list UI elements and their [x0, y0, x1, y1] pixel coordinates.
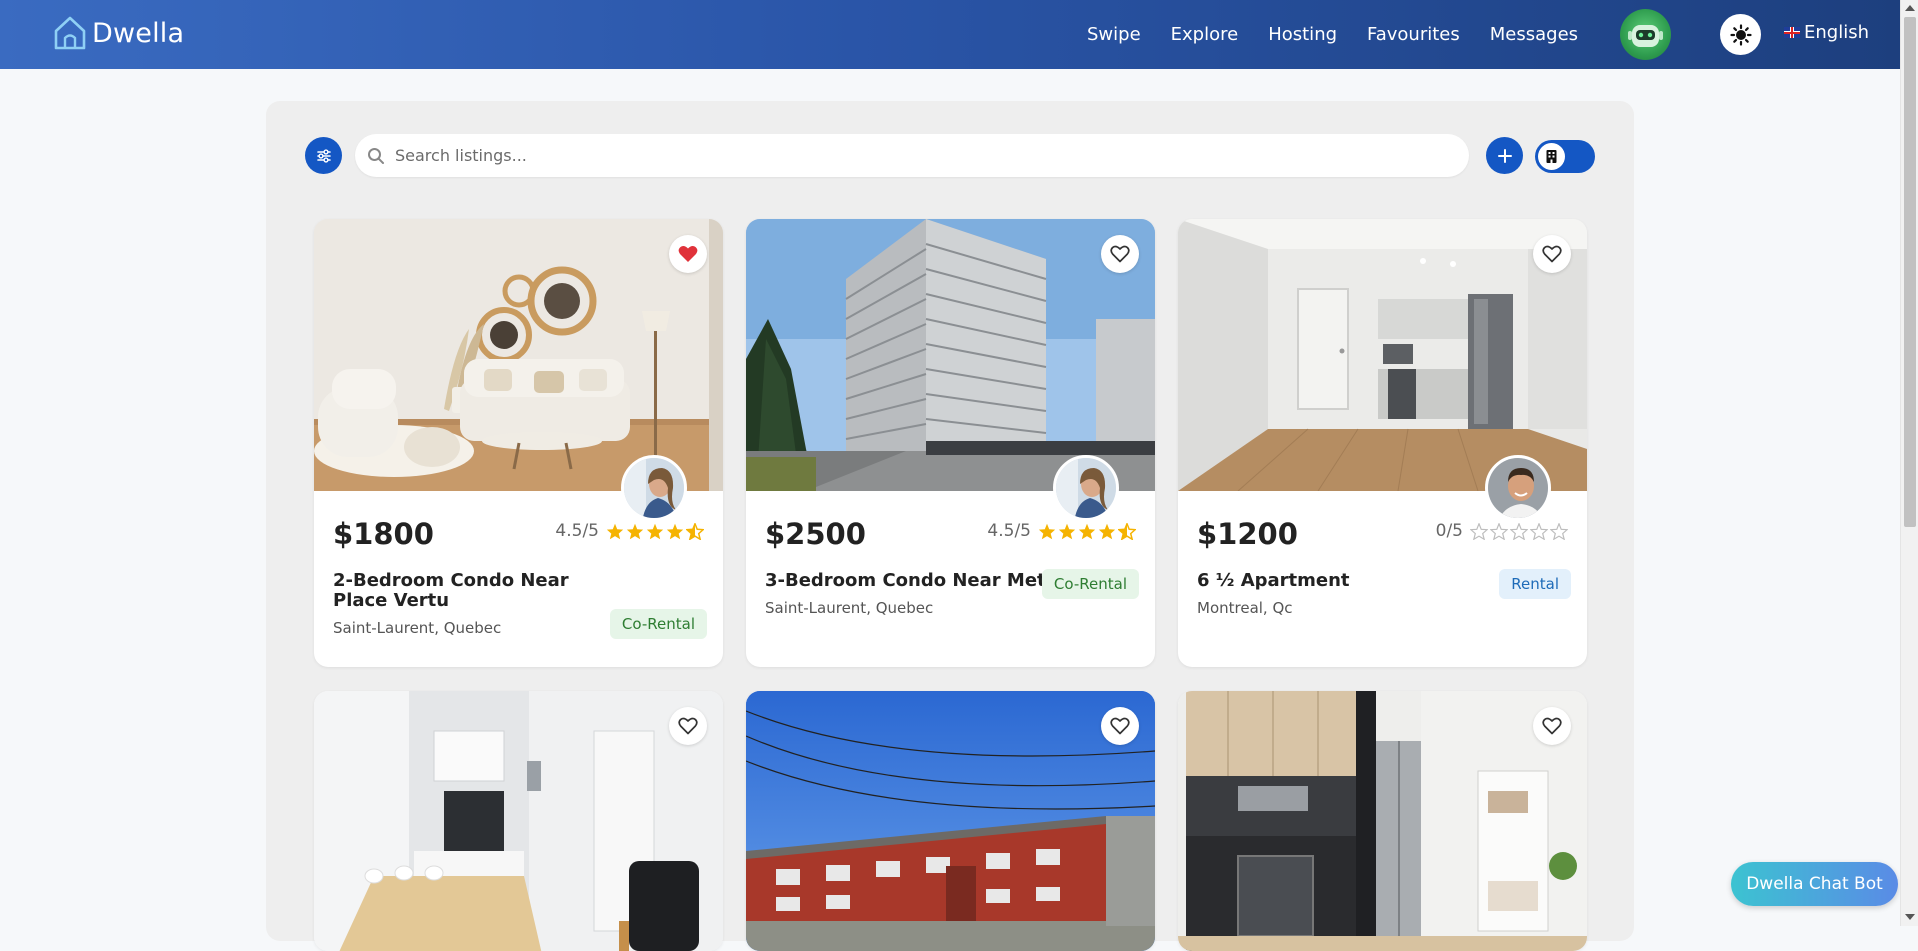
star-full-icon: [646, 523, 664, 539]
page-scrollbar[interactable]: [1900, 0, 1918, 926]
star-empty-icon: [1490, 522, 1508, 540]
listing-card[interactable]: [1178, 691, 1587, 951]
listing-rating: 0/5: [1436, 521, 1568, 541]
star-rating: [1470, 522, 1568, 540]
star-half-icon: [686, 522, 704, 540]
scroll-thumb[interactable]: [1904, 17, 1916, 527]
sun-icon: [1729, 23, 1752, 46]
search-bar: [355, 134, 1469, 177]
host-avatar[interactable]: [1053, 455, 1119, 521]
favorite-button[interactable]: [1101, 707, 1139, 745]
host-avatar[interactable]: [1485, 455, 1551, 521]
uk-flag-icon: [1784, 27, 1800, 38]
star-rating: [1038, 522, 1136, 540]
modern-kitchen-photo: [1178, 691, 1587, 951]
favorite-button[interactable]: [1533, 707, 1571, 745]
listing-location: Saint-Laurent, Quebec: [765, 599, 934, 617]
heart-outline-icon: [678, 717, 698, 735]
star-empty-icon: [1530, 522, 1548, 540]
heart-outline-icon: [1542, 717, 1562, 735]
nav-messages[interactable]: Messages: [1490, 24, 1578, 45]
star-full-icon: [1058, 523, 1076, 539]
theme-toggle-button[interactable]: [1720, 14, 1761, 55]
nav-explore[interactable]: Explore: [1171, 24, 1239, 45]
nav-hosting[interactable]: Hosting: [1268, 24, 1337, 45]
living-room-photo: [314, 219, 723, 491]
dining-room-photo: [314, 691, 723, 951]
add-listing-button[interactable]: [1486, 137, 1523, 174]
star-half-icon: [1118, 522, 1136, 540]
heart-outline-icon: [1110, 717, 1130, 735]
listing-card[interactable]: [746, 691, 1155, 951]
scroll-up-arrow-icon[interactable]: [1905, 5, 1915, 11]
favorite-button[interactable]: [669, 235, 707, 273]
nav-favourites[interactable]: Favourites: [1367, 24, 1460, 45]
toggle-knob: [1538, 143, 1565, 170]
nav-swipe[interactable]: Swipe: [1087, 24, 1141, 45]
rating-text: 4.5/5: [555, 521, 599, 541]
listing-card[interactable]: [314, 691, 723, 951]
search-icon: [368, 147, 384, 164]
heart-outline-icon: [1110, 245, 1130, 263]
top-navbar: Dwella Swipe Explore Hosting Favourites …: [0, 0, 1900, 69]
listing-rating: 4.5/5: [987, 521, 1136, 541]
listing-card[interactable]: $2500 4.5/5 3-Bedroom Condo Near Metro S…: [746, 219, 1155, 667]
filter-button[interactable]: [305, 137, 342, 174]
star-empty-icon: [1550, 522, 1568, 540]
favorite-button[interactable]: [1533, 235, 1571, 273]
heart-outline-icon: [1542, 245, 1562, 263]
plus-icon: [1497, 148, 1512, 163]
listing-title: 3-Bedroom Condo Near Metro: [765, 570, 1067, 591]
chatbot-button[interactable]: Dwella Chat Bot: [1731, 862, 1898, 906]
view-mode-toggle[interactable]: [1535, 140, 1595, 173]
user-avatar[interactable]: [1620, 9, 1671, 60]
listing-card[interactable]: $1200 0/5 6 ½ Apartment Montreal, Qc Ren…: [1178, 219, 1587, 667]
star-empty-icon: [1470, 522, 1488, 540]
brand-name: Dwella: [92, 17, 185, 49]
star-full-icon: [606, 523, 624, 539]
brick-building-photo: [746, 691, 1155, 951]
host-avatar[interactable]: [621, 455, 687, 521]
nav-links: Swipe Explore Hosting Favourites Message…: [1087, 0, 1578, 69]
scroll-down-arrow-icon[interactable]: [1905, 914, 1915, 920]
star-full-icon: [666, 523, 684, 539]
kitchen-hallway-photo: [1178, 219, 1587, 491]
tower-building-photo: [746, 219, 1155, 491]
star-rating: [606, 522, 704, 540]
sliders-icon: [316, 148, 331, 163]
listing-card[interactable]: $1800 4.5/5 2-Bedroom Condo Near Place V…: [314, 219, 723, 667]
star-empty-icon: [1510, 522, 1528, 540]
favorite-button[interactable]: [669, 707, 707, 745]
rating-text: 0/5: [1435, 521, 1463, 541]
house-icon: [54, 16, 86, 50]
robot-avatar-icon: [1628, 25, 1663, 47]
rating-text: 4.5/5: [987, 521, 1031, 541]
language-label: English: [1804, 22, 1869, 43]
heart-filled-icon: [678, 246, 698, 262]
listing-title: 2-Bedroom Condo Near Place Vertu: [333, 570, 569, 611]
star-full-icon: [1098, 523, 1116, 539]
listing-location: Montreal, Qc: [1197, 599, 1293, 617]
listing-rating: 4.5/5: [555, 521, 704, 541]
language-selector[interactable]: English: [1784, 22, 1869, 43]
listing-type-badge: Rental: [1499, 569, 1571, 599]
star-full-icon: [1038, 523, 1056, 539]
search-input[interactable]: [395, 146, 1469, 165]
building-icon: [1546, 150, 1557, 163]
listing-title: 6 ½ Apartment: [1197, 570, 1350, 591]
brand-logo[interactable]: Dwella: [52, 14, 184, 52]
favorite-button[interactable]: [1101, 235, 1139, 273]
star-full-icon: [1078, 523, 1096, 539]
listing-type-badge: Co-Rental: [609, 609, 707, 639]
listing-type-badge: Co-Rental: [1041, 569, 1139, 599]
star-full-icon: [626, 523, 644, 539]
